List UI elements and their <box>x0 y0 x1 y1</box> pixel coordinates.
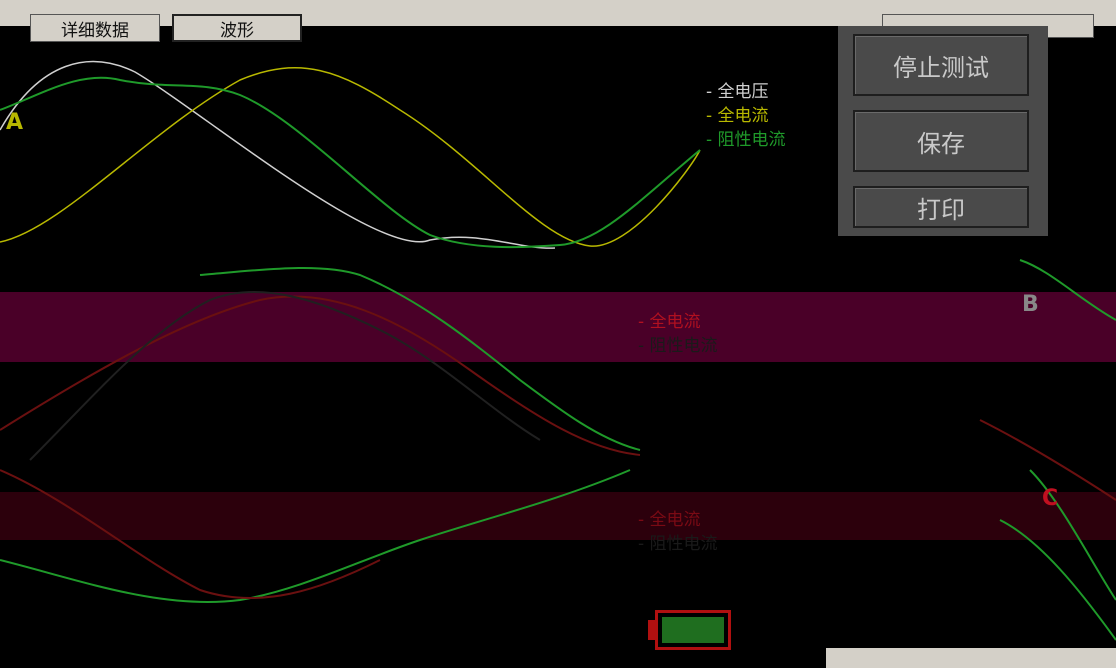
resistive-wave-a <box>0 76 701 249</box>
legend-voltage: - 全电压 <box>706 82 769 102</box>
legend-current-b: - 全电流 <box>638 312 701 332</box>
right-wave <box>999 259 1116 641</box>
battery-tip <box>648 620 655 640</box>
resistive-wave-c <box>0 469 631 603</box>
phase-label-a: A <box>6 110 24 135</box>
battery-fill <box>662 617 724 643</box>
legend-resistive-c: - 阻性电流 <box>638 534 718 554</box>
legend-phase-b: - 全电流 - 阻性电流 <box>638 310 718 358</box>
phase-label-b: B <box>1022 292 1039 317</box>
voltage-wave-a <box>0 60 556 249</box>
battery-icon <box>655 610 731 650</box>
legend-phase-a: - 全电压 - 全电流 - 阻性电流 <box>706 80 786 152</box>
legend-current: - 全电流 <box>706 106 769 126</box>
status-bar <box>826 648 1116 668</box>
current-wave-b <box>0 295 641 456</box>
phase-label-c: C <box>1042 486 1059 511</box>
resistive-wave-b <box>199 266 641 451</box>
legend-resistive: - 阻性电流 <box>706 130 786 150</box>
legend-resistive-b: - 阻性电流 <box>638 336 718 356</box>
legend-phase-c: - 全电流 - 阻性电流 <box>638 508 718 556</box>
waveform-plot <box>0 60 1116 641</box>
current-wave-c <box>0 469 381 600</box>
dark-wave-b <box>29 290 541 461</box>
legend-current-c: - 全电流 <box>638 510 701 530</box>
current-wave-a <box>0 67 701 247</box>
